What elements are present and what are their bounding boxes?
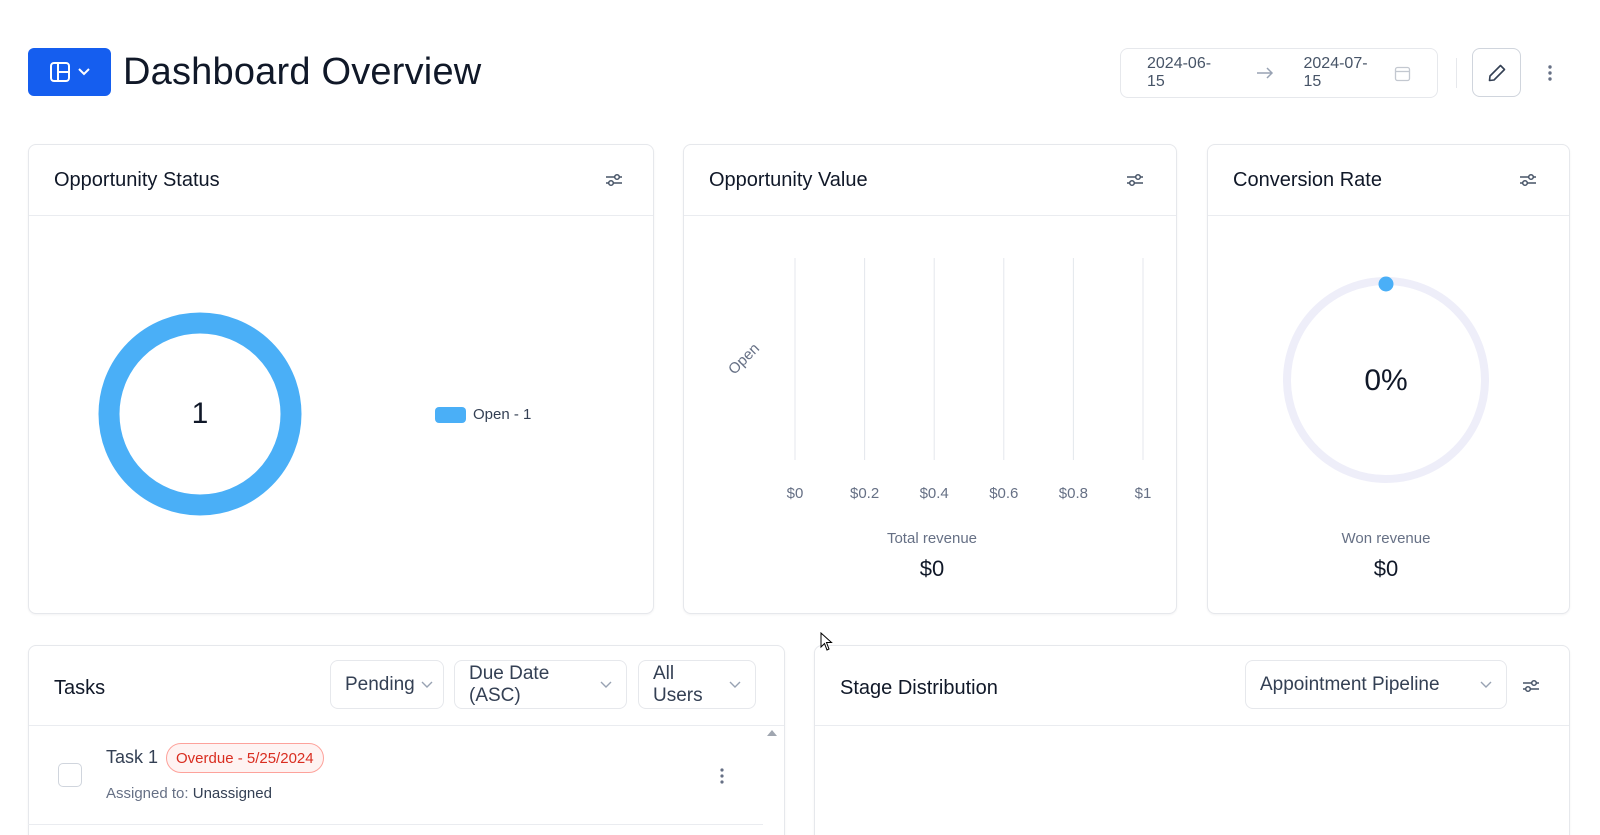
more-vertical-icon bbox=[720, 768, 724, 784]
task-title[interactable]: Task 1 bbox=[106, 747, 158, 768]
assigned-label: Assigned to: bbox=[106, 785, 189, 802]
scroll-up-arrow[interactable] bbox=[766, 730, 778, 740]
task-checkbox[interactable] bbox=[58, 763, 82, 787]
chevron-down-icon bbox=[729, 681, 741, 689]
won-revenue-value: $0 bbox=[1373, 556, 1399, 581]
card-title: Stage Distribution bbox=[840, 677, 998, 699]
overdue-badge: Overdue - 5/25/2024 bbox=[166, 743, 324, 773]
task-users-value: All Users bbox=[653, 662, 703, 706]
task-sort-filter[interactable]: Due Date (ASC) bbox=[454, 660, 627, 709]
assigned-value: Unassigned bbox=[192, 785, 272, 802]
caret-up-icon bbox=[767, 730, 777, 736]
chevron-down-icon bbox=[1480, 681, 1492, 689]
conversion-rate-value: 0% bbox=[1364, 364, 1408, 397]
filter-settings-icon[interactable] bbox=[1520, 675, 1542, 697]
pipeline-select[interactable]: Appointment Pipeline bbox=[1245, 660, 1507, 709]
card-title: Tasks bbox=[54, 677, 106, 699]
task-status-value: Pending bbox=[345, 673, 415, 695]
task-users-filter[interactable]: All Users bbox=[638, 660, 756, 709]
gauge-marker bbox=[1378, 276, 1394, 292]
task-assignee: Assigned to: Unassigned bbox=[106, 785, 272, 802]
task-sort-value: Due Date (ASC) bbox=[469, 662, 550, 706]
pipeline-value: Appointment Pipeline bbox=[1260, 673, 1440, 695]
chevron-down-icon bbox=[421, 681, 433, 689]
task-status-filter[interactable]: Pending bbox=[330, 660, 444, 709]
task-more-button[interactable] bbox=[712, 764, 732, 788]
chevron-down-icon bbox=[600, 681, 612, 689]
task-row[interactable] bbox=[28, 725, 763, 825]
mouse-cursor-icon bbox=[820, 632, 833, 651]
won-revenue-label: Won revenue bbox=[1341, 530, 1431, 547]
